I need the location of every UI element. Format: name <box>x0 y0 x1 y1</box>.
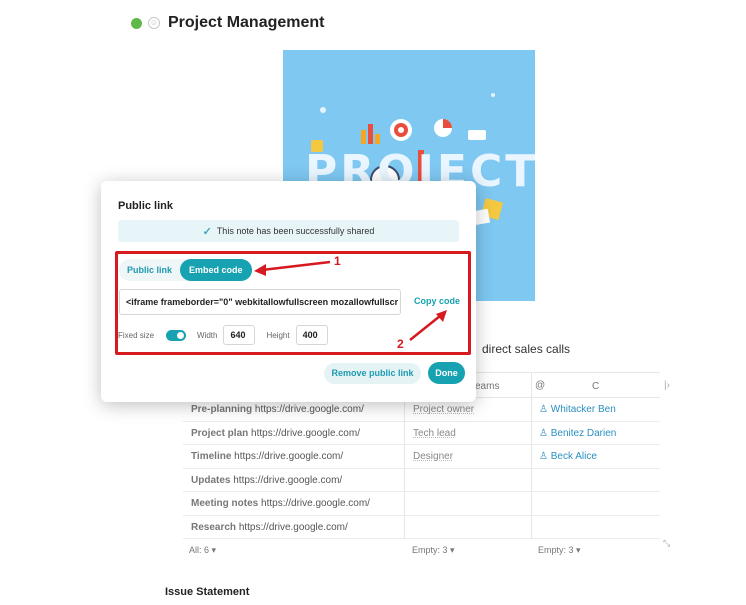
column-header-c[interactable]: C <box>592 381 599 392</box>
table-body: Pre-planning https://drive.google.com/Pr… <box>183 398 660 539</box>
resource-url[interactable]: https://drive.google.com/ <box>239 522 348 533</box>
cell-resource[interactable]: Updates https://drive.google.com/ <box>191 475 342 486</box>
status-dot <box>131 17 142 29</box>
footer-count-all[interactable]: All: 6 ▾ <box>189 545 216 556</box>
person-name[interactable]: Benitez Darien <box>551 428 617 439</box>
cell-resource[interactable]: Project plan https://drive.google.com/ <box>191 428 360 439</box>
table-row[interactable]: Meeting notes https://drive.google.com/ <box>183 492 660 516</box>
person-name[interactable]: Beck Alice <box>551 451 597 462</box>
resource-name: Project plan <box>191 427 249 439</box>
footer-count-empty[interactable]: Empty: 3 ▾ <box>412 545 455 556</box>
body-text: direct sales calls <box>482 342 571 356</box>
cell-resource[interactable]: Research https://drive.google.com/ <box>191 522 348 533</box>
done-button[interactable]: Done <box>428 362 465 384</box>
success-message: This note has been successfully shared <box>216 226 375 236</box>
resource-url[interactable]: https://drive.google.com/ <box>255 404 364 415</box>
cell-person[interactable]: ♙ Benitez Darien <box>539 428 616 439</box>
person-icon: ♙ <box>539 427 551 439</box>
resource-url[interactable]: https://drive.google.com/ <box>261 498 370 509</box>
table-row[interactable]: Timeline https://drive.google.com/Design… <box>183 445 660 469</box>
annotation-label-1: 1 <box>334 254 341 268</box>
cell-person[interactable]: ♙ Beck Alice <box>539 451 597 462</box>
resource-name: Meeting notes <box>191 498 259 509</box>
resource-name: Pre-planning <box>191 404 253 415</box>
page-title[interactable]: Project Management <box>168 14 324 32</box>
table-row[interactable]: Project plan https://drive.google.com/Te… <box>183 422 660 445</box>
resource-url[interactable]: https://drive.google.com/ <box>234 451 343 462</box>
success-banner: ✓ This note has been successfully shared <box>118 220 459 242</box>
check-icon: ✓ <box>202 225 212 238</box>
add-column-icon[interactable]: |› <box>664 380 670 391</box>
smiley-icon[interactable]: ☺ <box>148 17 160 29</box>
section-heading: Issue Statement <box>165 586 250 598</box>
table-row[interactable]: Research https://drive.google.com/ <box>183 516 660 539</box>
cell-resource[interactable]: Timeline https://drive.google.com/ <box>191 451 343 462</box>
resource-name: Timeline <box>191 451 232 462</box>
cell-person[interactable]: ♙ Whitacker Ben <box>539 404 616 415</box>
annotation-highlight-box <box>115 251 471 355</box>
cell-resource[interactable]: Meeting notes https://drive.google.com/ <box>191 498 370 509</box>
annotation-label-2: 2 <box>397 337 404 351</box>
resource-url[interactable]: https://drive.google.com/ <box>251 428 360 439</box>
table-row[interactable]: Updates https://drive.google.com/ <box>183 469 660 492</box>
resource-name: Research <box>191 521 237 533</box>
cell-role[interactable]: Tech lead <box>413 428 456 439</box>
column-divider <box>531 372 532 539</box>
person-icon: ♙ <box>539 451 551 462</box>
resource-name: Updates <box>191 474 231 486</box>
dialog-title: Public link <box>118 200 174 212</box>
resource-url[interactable]: https://drive.google.com/ <box>233 475 342 486</box>
remove-public-link-button[interactable]: Remove public link <box>324 363 421 384</box>
cell-resource[interactable]: Pre-planning https://drive.google.com/ <box>191 404 364 415</box>
cell-role[interactable]: Designer <box>413 451 453 462</box>
footer-count-empty[interactable]: Empty: 3 ▾ <box>538 545 581 556</box>
page-header: ☺ Project Management <box>131 12 324 34</box>
person-name[interactable]: Whitacker Ben <box>551 404 616 415</box>
column-header-person[interactable]: @ <box>535 380 545 391</box>
column-header-teams[interactable]: eams <box>475 381 499 392</box>
resize-handle-icon[interactable]: ⤡ <box>663 538 670 549</box>
cell-role[interactable]: Project owner <box>413 404 474 415</box>
person-icon: ♙ <box>539 404 551 415</box>
